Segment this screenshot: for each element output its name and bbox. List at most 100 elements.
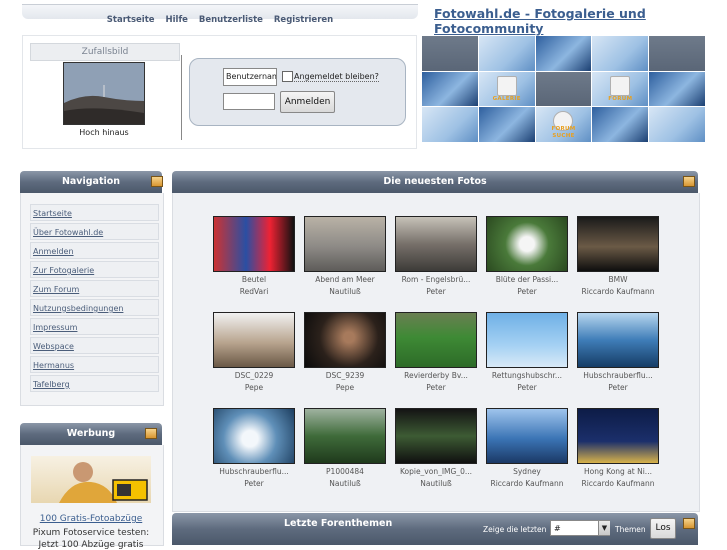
photo-title[interactable]: DSC_0229 xyxy=(204,371,304,380)
photo-user[interactable]: Nautiluß xyxy=(295,479,395,488)
photo-title[interactable]: BMW xyxy=(568,275,668,284)
photo-thumbnail[interactable] xyxy=(213,312,295,368)
mosaic-tile-forum-suche[interactable]: FORUM SUCHE xyxy=(535,107,592,142)
ad-link[interactable]: 100 Gratis-Fotoabzüge xyxy=(20,514,162,524)
forum-title: Letzte Forenthemen xyxy=(284,518,393,529)
sidebar-item-hermanus[interactable]: Hermanus xyxy=(30,356,159,373)
mosaic-label-forum: FORUM xyxy=(608,96,633,103)
sidebar-item-anmelden[interactable]: Anmelden xyxy=(30,242,159,259)
photo-title[interactable]: Blüte der Passi... xyxy=(477,275,577,284)
top-nav-links: Startseite Hilfe Benutzerliste Registrie… xyxy=(22,15,418,25)
sidebar-item-forum[interactable]: Zum Forum xyxy=(30,280,159,297)
collapse-ad-icon[interactable] xyxy=(145,428,157,439)
photo-thumbnail[interactable] xyxy=(486,312,568,368)
nav-link-benutzerliste[interactable]: Benutzerliste xyxy=(199,15,263,25)
photo-user[interactable]: RedVari xyxy=(204,287,304,296)
sidebar-item-nutzungsbedingungen[interactable]: Nutzungsbedingungen xyxy=(30,299,159,316)
photo-thumbnail[interactable] xyxy=(213,216,295,272)
mosaic-tile-forum[interactable]: FORUM xyxy=(592,71,649,107)
sidebar-item-impressum[interactable]: Impressum xyxy=(30,318,159,335)
mosaic-label-forum-suche-2: SUCHE xyxy=(552,133,575,139)
photo-user[interactable]: Nautiluß xyxy=(386,479,486,488)
mosaic-tile xyxy=(422,36,478,71)
sidebar-item-tafelberg[interactable]: Tafelberg xyxy=(30,375,159,392)
photo-title[interactable]: Abend am Meer xyxy=(295,275,395,284)
photo-user[interactable]: Peter xyxy=(477,287,577,296)
mosaic-tile xyxy=(649,36,705,71)
nav-link-startseite[interactable]: Startseite xyxy=(107,15,155,25)
password-input[interactable] xyxy=(223,93,275,110)
ad-banner-image[interactable] xyxy=(31,456,151,503)
username-input[interactable]: Benutzernam xyxy=(223,68,277,86)
remember-me-label[interactable]: Angemeldet bleiben? xyxy=(294,72,379,82)
site-title[interactable]: Fotowahl.de - Fotogalerie und Fotocommun… xyxy=(434,6,727,36)
mosaic-tile-galerie[interactable]: GALERIE xyxy=(478,71,535,107)
navigation-header: Navigation xyxy=(20,171,162,193)
photo-title[interactable]: P1000484 xyxy=(295,467,395,476)
photo-user[interactable]: Peter xyxy=(204,479,304,488)
photo-title[interactable]: Hubschrauberflu... xyxy=(204,467,304,476)
photo-title[interactable]: Hong Kong at Ni... xyxy=(568,467,668,476)
photo-thumbnail[interactable] xyxy=(395,408,477,464)
sidebar-item-ueber[interactable]: Über Fotowahl.de xyxy=(30,223,159,240)
mosaic-label-forum-suche-1: FORUM xyxy=(551,126,576,132)
ad-header: Werbung xyxy=(20,423,162,445)
collapse-forum-icon[interactable] xyxy=(683,518,695,529)
photo-user[interactable]: Peter xyxy=(386,287,486,296)
photo-user[interactable]: Riccardo Kaufmann xyxy=(568,479,668,488)
photo-title[interactable]: Hubschrauberflu... xyxy=(568,371,668,380)
photo-title[interactable]: Rettungshubschr... xyxy=(477,371,577,380)
mosaic-tile xyxy=(649,107,705,142)
photo-user[interactable]: Pepe xyxy=(295,383,395,392)
photo-thumbnail[interactable] xyxy=(304,408,386,464)
nav-link-hilfe[interactable]: Hilfe xyxy=(166,15,188,25)
forum-go-button[interactable]: Los xyxy=(650,518,676,539)
photo-user[interactable]: Peter xyxy=(477,383,577,392)
photo-thumbnail[interactable] xyxy=(577,408,659,464)
collapse-navigation-icon[interactable] xyxy=(151,176,163,187)
remember-me-checkbox[interactable] xyxy=(282,71,293,82)
photo-thumbnail[interactable] xyxy=(304,216,386,272)
photo-thumbnail[interactable] xyxy=(577,216,659,272)
random-image-thumbnail[interactable] xyxy=(63,62,145,125)
photo-title[interactable]: Beutel xyxy=(204,275,304,284)
mosaic-label-galerie: GALERIE xyxy=(492,96,521,103)
photo-title[interactable]: DSC_9239 xyxy=(295,371,395,380)
photo-title[interactable]: Sydney xyxy=(477,467,577,476)
mosaic-tile xyxy=(422,71,478,107)
photo-user[interactable]: Peter xyxy=(568,383,668,392)
photo-thumbnail[interactable] xyxy=(304,312,386,368)
sidebar-item-startseite[interactable]: Startseite xyxy=(30,204,159,221)
nav-link-registrieren[interactable]: Registrieren xyxy=(274,15,333,25)
mosaic-label-forum-suche: FORUM SUCHE xyxy=(536,126,592,140)
photos-header: Die neuesten Fotos xyxy=(172,171,698,193)
mosaic-tile xyxy=(592,36,649,71)
photo-thumbnail[interactable] xyxy=(395,312,477,368)
photo-title[interactable]: Revierderby Bv... xyxy=(386,371,486,380)
photo-thumbnail[interactable] xyxy=(213,408,295,464)
photo-title[interactable]: Rom - Engelsbrü... xyxy=(386,275,486,284)
mosaic-tile xyxy=(422,107,478,142)
photo-user[interactable]: Nautiluß xyxy=(295,287,395,296)
random-image-caption: Hoch hinaus xyxy=(79,128,129,137)
navigation-title: Navigation xyxy=(61,176,121,187)
header-mosaic: GALERIE FORUM FORUM SUCHE xyxy=(422,36,705,142)
photo-user[interactable]: Peter xyxy=(386,383,486,392)
forum-show-label: Zeige die letzten xyxy=(483,525,547,534)
photos-title: Die neuesten Fotos xyxy=(383,176,487,187)
header-divider xyxy=(181,55,182,140)
chevron-down-icon[interactable]: ▼ xyxy=(598,521,610,535)
sidebar-item-fotogalerie[interactable]: Zur Fotogalerie xyxy=(30,261,159,278)
gallery-icon xyxy=(496,75,517,96)
login-button[interactable]: Anmelden xyxy=(280,91,335,113)
collapse-photos-icon[interactable] xyxy=(683,176,695,187)
photo-user[interactable]: Pepe xyxy=(204,383,304,392)
photo-title[interactable]: Kopie_von_IMG_0... xyxy=(386,467,486,476)
photo-user[interactable]: Riccardo Kaufmann xyxy=(568,287,668,296)
photo-thumbnail[interactable] xyxy=(395,216,477,272)
sidebar-item-webspace[interactable]: Webspace xyxy=(30,337,159,354)
photo-thumbnail[interactable] xyxy=(577,312,659,368)
photo-thumbnail[interactable] xyxy=(486,408,568,464)
photo-user[interactable]: Riccardo Kaufmann xyxy=(477,479,577,488)
photo-thumbnail[interactable] xyxy=(486,216,568,272)
